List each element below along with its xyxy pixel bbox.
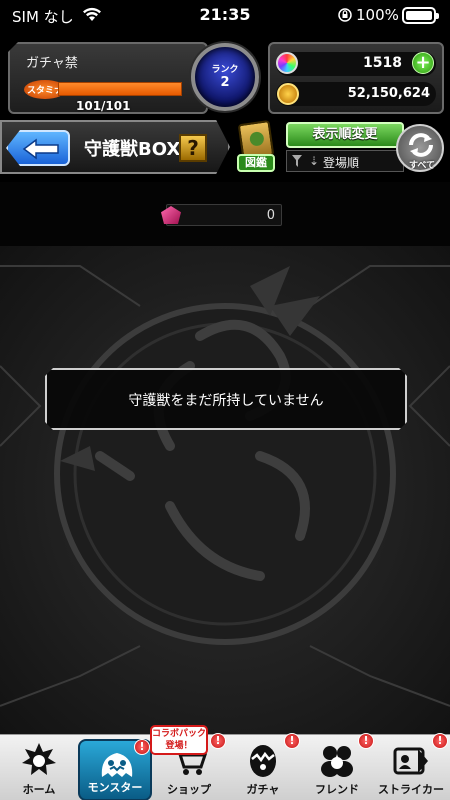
nav-striker-label: ストライカー (378, 783, 444, 796)
back-button[interactable] (6, 130, 70, 166)
bottom-navigation: ホーム モンスター ! ショップ ! ガチャ ! フレンド ! ストライカー !… (0, 725, 450, 800)
nav-monster[interactable]: モンスター ! (78, 739, 152, 800)
striker-card-icon (393, 747, 428, 775)
nav-home[interactable]: ホーム (2, 735, 76, 800)
title-row: 守護獣BOX ? 図鑑 表示順変更 ⇣ 登場順 すべて (0, 119, 450, 182)
collab-pack-badge: コラボパック登場！ (150, 725, 208, 755)
add-orb-button[interactable]: + (412, 52, 434, 74)
nav-gacha-label: ガチャ (246, 783, 280, 796)
nav-monster-label: モンスター (87, 781, 143, 794)
notification-badge: ! (358, 733, 374, 749)
page-title: 守護獣BOX (84, 139, 181, 160)
home-icon (22, 743, 56, 775)
player-name: ガチャ禁 (26, 56, 78, 71)
zukan-button[interactable]: 図鑑 (236, 119, 276, 174)
orb-count: 1518 (363, 55, 402, 71)
player-header: ガチャ禁 スタミナ 101/101 ランク 2 1518 + 52,150,62… (0, 32, 450, 120)
stamina-bar (58, 82, 182, 96)
empty-message-box: 守護獣をまだ所持していません (45, 368, 407, 430)
zukan-label: 図鑑 (237, 154, 275, 172)
coin-icon (277, 83, 299, 105)
monster-icon (101, 753, 133, 777)
battery-percent: 100% (356, 6, 399, 24)
guardian-list-area[interactable]: 守護獣をまだ所持していません (0, 246, 450, 734)
sort-selected-value: 登場順 (323, 156, 360, 170)
filter-icon (292, 155, 302, 167)
show-all-button[interactable]: すべて (396, 124, 444, 172)
status-bar: SIM なし 21:35 100% (0, 0, 450, 32)
notification-badge: ! (210, 733, 226, 749)
coin-count: 52,150,624 (347, 86, 430, 101)
orb-icon (276, 52, 298, 74)
rank-value: 2 (220, 75, 230, 90)
friends-icon (321, 746, 353, 777)
orb-row: 1518 + (276, 52, 436, 76)
nav-home-label: ホーム (22, 783, 56, 796)
nav-friend[interactable]: フレンド ! (300, 733, 374, 800)
notification-badge: ! (134, 739, 150, 755)
guardian-count-bar: 0 (161, 204, 282, 226)
sort-order-icon: ⇣ (309, 154, 320, 168)
orientation-lock-icon (338, 8, 352, 22)
battery-icon (402, 7, 439, 24)
sort-select[interactable]: ⇣ 登場順 (286, 150, 404, 172)
notification-badge: ! (432, 733, 448, 749)
stamina-value: 101/101 (76, 99, 131, 113)
egg-icon (161, 206, 181, 224)
guardian-count: 0 (266, 208, 275, 223)
rank-label: ランク (211, 65, 239, 75)
count-row: 0 (0, 182, 450, 246)
empty-message: 守護獣をまだ所持していません (128, 393, 324, 409)
refresh-icon (409, 133, 433, 157)
sort-order-button[interactable]: 表示順変更 (286, 122, 404, 148)
nav-gacha[interactable]: ガチャ ! (226, 733, 300, 800)
notification-badge: ! (284, 733, 300, 749)
dragon-emblem-background (0, 265, 450, 707)
gacha-egg-icon (250, 745, 276, 777)
help-button[interactable]: ? (179, 134, 207, 162)
nav-shop-label: ショップ (167, 783, 211, 796)
nav-friend-label: フレンド (315, 783, 359, 796)
rank-badge[interactable]: ランク 2 (191, 43, 259, 111)
currency-panel: 1518 + 52,150,624 (268, 42, 444, 114)
title-panel: 守護獣BOX ? (0, 120, 230, 174)
coin-row: 52,150,624 (276, 82, 436, 106)
back-arrow-icon (22, 138, 59, 160)
player-panel[interactable]: ガチャ禁 スタミナ 101/101 (8, 42, 208, 114)
show-all-label: すべて (408, 161, 435, 171)
nav-striker[interactable]: ストライカー ! (374, 733, 448, 800)
